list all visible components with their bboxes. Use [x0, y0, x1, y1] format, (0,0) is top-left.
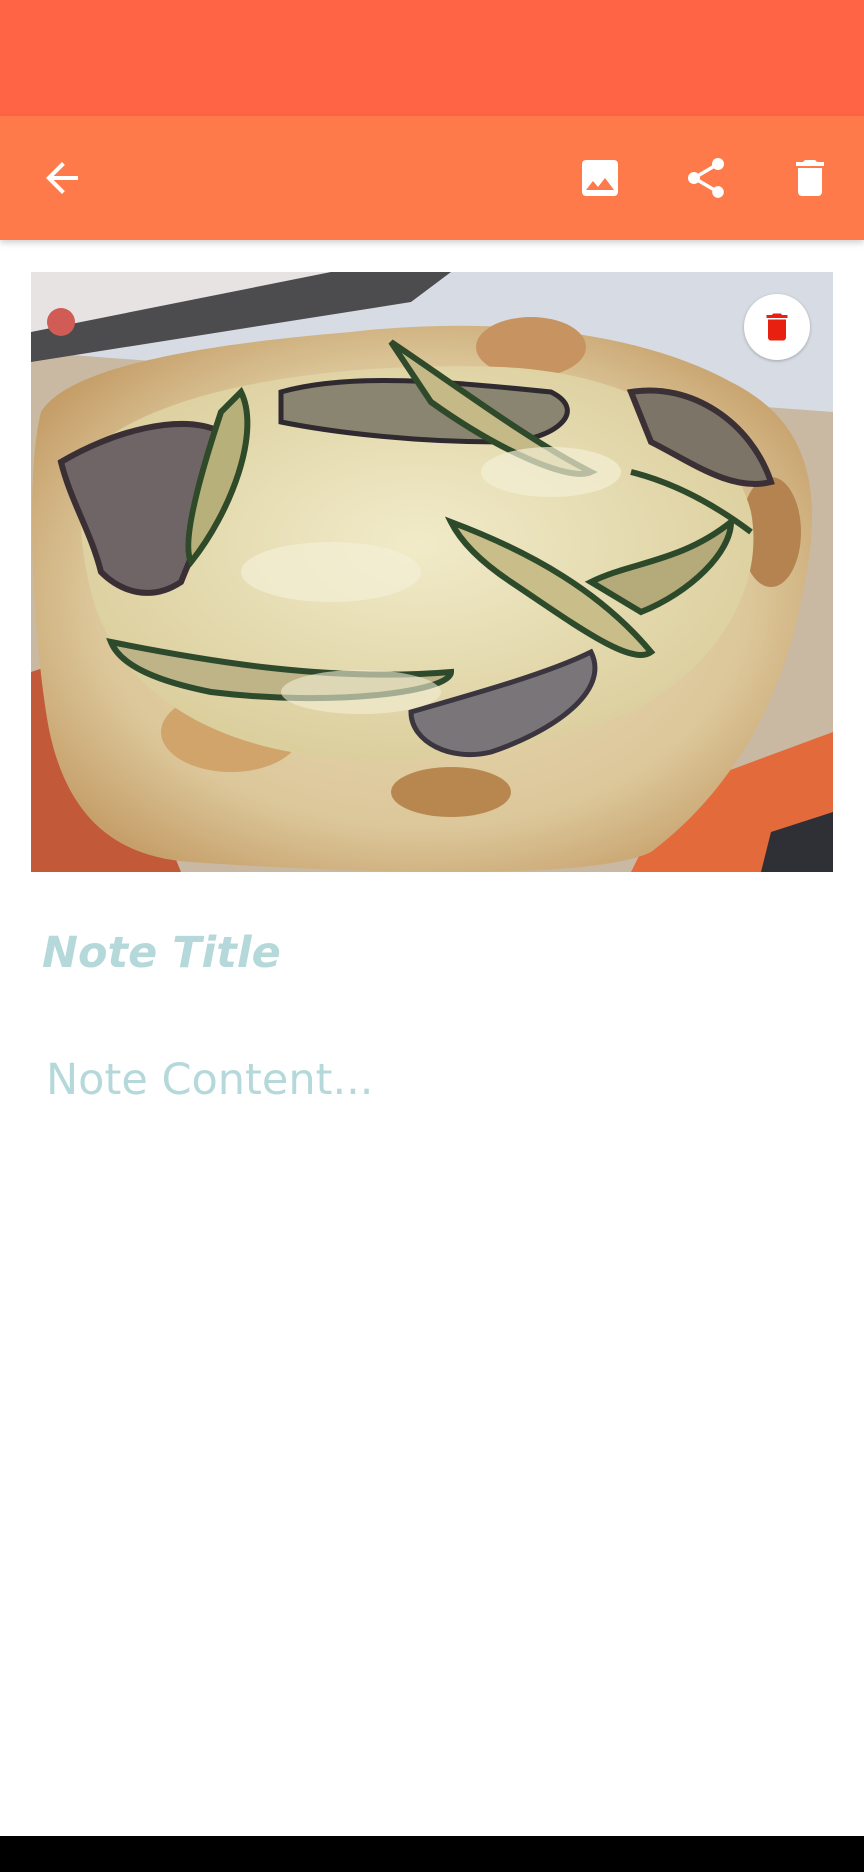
trash-icon: [766, 313, 788, 341]
arrow-back-icon: [46, 162, 78, 194]
trash-icon: [796, 160, 824, 196]
back-button[interactable]: [30, 146, 94, 210]
toolbar: [0, 116, 864, 240]
delete-note-button[interactable]: [778, 146, 842, 210]
note-title-input[interactable]: Note Title: [42, 918, 822, 988]
share-button[interactable]: [674, 146, 738, 210]
image-icon: [582, 160, 618, 196]
add-image-button[interactable]: [568, 146, 632, 210]
status-bar: [0, 0, 864, 116]
remove-image-button[interactable]: [744, 294, 810, 360]
share-icon: [688, 158, 724, 198]
pizza-photo: [31, 272, 833, 872]
note-content-input[interactable]: Note Content...: [46, 1040, 826, 1120]
note-image: [31, 272, 833, 872]
navigation-bar: [0, 1836, 864, 1872]
